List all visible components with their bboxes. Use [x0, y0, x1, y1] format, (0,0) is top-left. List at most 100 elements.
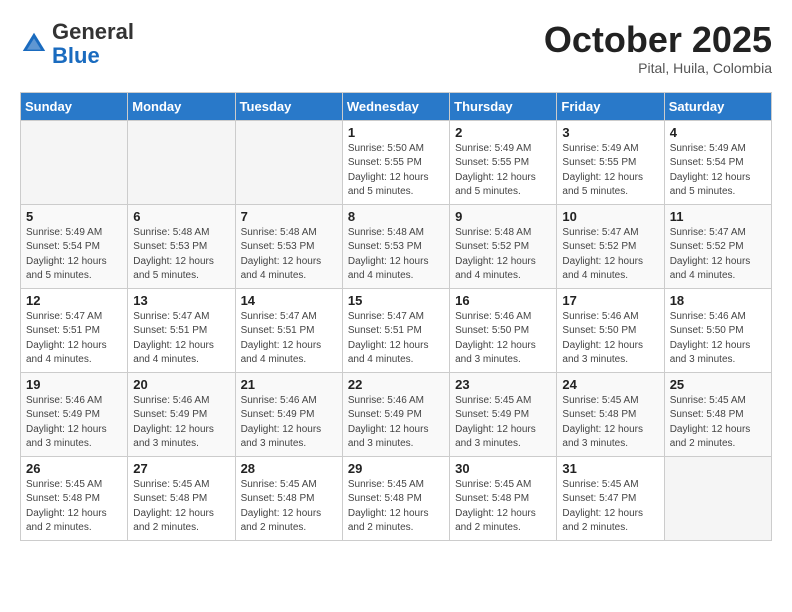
weekday-header-row: SundayMondayTuesdayWednesdayThursdayFrid…: [21, 92, 772, 120]
day-number: 3: [562, 125, 658, 140]
day-number: 21: [241, 377, 337, 392]
calendar-cell: 18Sunrise: 5:46 AM Sunset: 5:50 PM Dayli…: [664, 288, 771, 372]
day-info: Sunrise: 5:45 AM Sunset: 5:48 PM Dayligh…: [241, 478, 337, 536]
day-number: 28: [241, 461, 337, 476]
day-info: Sunrise: 5:46 AM Sunset: 5:49 PM Dayligh…: [241, 394, 337, 452]
day-info: Sunrise: 5:46 AM Sunset: 5:50 PM Dayligh…: [562, 310, 658, 368]
calendar-cell: [21, 120, 128, 204]
calendar-cell: 4 Sunrise: 5:49 AM Sunset: 5:54 PM Daylig…: [664, 120, 771, 204]
day-info: Sunrise: 5:46 AM Sunset: 5:50 PM Dayligh…: [670, 310, 766, 368]
day-info: Sunrise: 5:47 AM Sunset: 5:51 PM Dayligh…: [133, 310, 229, 368]
calendar-cell: 12 Sunrise: 5:47 AM Sunset: 5:51 PM Dayli…: [21, 288, 128, 372]
day-number: 29: [348, 461, 444, 476]
day-info: Sunrise: 5:49 AM Sunset: 5:55 PM Dayligh…: [562, 142, 658, 200]
day-number: 13: [133, 293, 229, 308]
day-info: Sunrise: 5:45 AM Sunset: 5:48 PM Dayligh…: [670, 394, 766, 452]
calendar-cell: 7 Sunrise: 5:48 AM Sunset: 5:53 PM Daylig…: [235, 204, 342, 288]
calendar-cell: 28 Sunrise: 5:45 AM Sunset: 5:48 PM Dayli…: [235, 456, 342, 540]
day-info: Sunrise: 5:48 AM Sunset: 5:53 PM Dayligh…: [241, 226, 337, 284]
day-info: Sunrise: 5:46 AM Sunset: 5:49 PM Dayligh…: [133, 394, 229, 452]
week-row-1: 1 Sunrise: 5:50 AM Sunset: 5:55 PM Daylig…: [21, 120, 772, 204]
weekday-header-wednesday: Wednesday: [342, 92, 449, 120]
calendar-cell: 2Sunrise: 5:49 AM Sunset: 5:55 PM Daylig…: [450, 120, 557, 204]
day-info: Sunrise: 5:46 AM Sunset: 5:50 PM Dayligh…: [455, 310, 551, 368]
day-info: Sunrise: 5:49 AM Sunset: 5:54 PM Dayligh…: [670, 142, 766, 200]
day-info: Sunrise: 5:45 AM Sunset: 5:48 PM Dayligh…: [26, 478, 122, 536]
day-info: Sunrise: 5:45 AM Sunset: 5:47 PM Dayligh…: [562, 478, 658, 536]
week-row-5: 26 Sunrise: 5:45 AM Sunset: 5:48 PM Dayli…: [21, 456, 772, 540]
logo-blue-text: Blue: [52, 43, 100, 68]
calendar-cell: [664, 456, 771, 540]
day-info: Sunrise: 5:45 AM Sunset: 5:48 PM Dayligh…: [455, 478, 551, 536]
day-number: 7: [241, 209, 337, 224]
day-info: Sunrise: 5:48 AM Sunset: 5:53 PM Dayligh…: [133, 226, 229, 284]
logo-icon: [20, 30, 48, 58]
calendar-cell: 9Sunrise: 5:48 AM Sunset: 5:52 PM Daylig…: [450, 204, 557, 288]
day-number: 2: [455, 125, 551, 140]
day-number: 11: [670, 209, 766, 224]
day-info: Sunrise: 5:47 AM Sunset: 5:51 PM Dayligh…: [26, 310, 122, 368]
calendar-cell: 26 Sunrise: 5:45 AM Sunset: 5:48 PM Dayli…: [21, 456, 128, 540]
calendar-cell: 5Sunrise: 5:49 AM Sunset: 5:54 PM Daylig…: [21, 204, 128, 288]
calendar-cell: 22 Sunrise: 5:46 AM Sunset: 5:49 PM Dayli…: [342, 372, 449, 456]
calendar-cell: 21 Sunrise: 5:46 AM Sunset: 5:49 PM Dayli…: [235, 372, 342, 456]
calendar-cell: 3 Sunrise: 5:49 AM Sunset: 5:55 PM Daylig…: [557, 120, 664, 204]
day-number: 10: [562, 209, 658, 224]
calendar-cell: 27 Sunrise: 5:45 AM Sunset: 5:48 PM Dayli…: [128, 456, 235, 540]
day-number: 27: [133, 461, 229, 476]
day-number: 20: [133, 377, 229, 392]
calendar-cell: [128, 120, 235, 204]
weekday-header-tuesday: Tuesday: [235, 92, 342, 120]
day-number: 14: [241, 293, 337, 308]
day-info: Sunrise: 5:50 AM Sunset: 5:55 PM Dayligh…: [348, 142, 444, 200]
day-number: 8: [348, 209, 444, 224]
calendar-cell: 14 Sunrise: 5:47 AM Sunset: 5:51 PM Dayli…: [235, 288, 342, 372]
day-number: 9: [455, 209, 551, 224]
calendar-cell: 30 Sunrise: 5:45 AM Sunset: 5:48 PM Dayli…: [450, 456, 557, 540]
week-row-3: 12 Sunrise: 5:47 AM Sunset: 5:51 PM Dayli…: [21, 288, 772, 372]
weekday-header-sunday: Sunday: [21, 92, 128, 120]
day-number: 15: [348, 293, 444, 308]
day-number: 31: [562, 461, 658, 476]
day-number: 22: [348, 377, 444, 392]
page-header: General Blue October 2025 Pital, Huila, …: [20, 20, 772, 76]
day-info: Sunrise: 5:45 AM Sunset: 5:48 PM Dayligh…: [133, 478, 229, 536]
day-number: 17: [562, 293, 658, 308]
calendar-cell: 11Sunrise: 5:47 AM Sunset: 5:52 PM Dayli…: [664, 204, 771, 288]
calendar-cell: 29 Sunrise: 5:45 AM Sunset: 5:48 PM Dayli…: [342, 456, 449, 540]
calendar-cell: 8 Sunrise: 5:48 AM Sunset: 5:53 PM Daylig…: [342, 204, 449, 288]
day-info: Sunrise: 5:45 AM Sunset: 5:48 PM Dayligh…: [348, 478, 444, 536]
logo: General Blue: [20, 20, 134, 68]
weekday-header-monday: Monday: [128, 92, 235, 120]
day-number: 1: [348, 125, 444, 140]
weekday-header-saturday: Saturday: [664, 92, 771, 120]
week-row-4: 19 Sunrise: 5:46 AM Sunset: 5:49 PM Dayli…: [21, 372, 772, 456]
day-info: Sunrise: 5:48 AM Sunset: 5:53 PM Dayligh…: [348, 226, 444, 284]
day-info: Sunrise: 5:45 AM Sunset: 5:48 PM Dayligh…: [562, 394, 658, 452]
location-subtitle: Pital, Huila, Colombia: [544, 60, 772, 76]
day-info: Sunrise: 5:45 AM Sunset: 5:49 PM Dayligh…: [455, 394, 551, 452]
calendar-cell: 23 Sunrise: 5:45 AM Sunset: 5:49 PM Dayli…: [450, 372, 557, 456]
calendar-cell: 17 Sunrise: 5:46 AM Sunset: 5:50 PM Dayli…: [557, 288, 664, 372]
day-number: 19: [26, 377, 122, 392]
day-number: 4: [670, 125, 766, 140]
day-number: 5: [26, 209, 122, 224]
day-number: 30: [455, 461, 551, 476]
weekday-header-friday: Friday: [557, 92, 664, 120]
calendar-table: SundayMondayTuesdayWednesdayThursdayFrid…: [20, 92, 772, 541]
calendar-cell: 1 Sunrise: 5:50 AM Sunset: 5:55 PM Daylig…: [342, 120, 449, 204]
day-info: Sunrise: 5:47 AM Sunset: 5:51 PM Dayligh…: [241, 310, 337, 368]
day-number: 23: [455, 377, 551, 392]
calendar-cell: 15Sunrise: 5:47 AM Sunset: 5:51 PM Dayli…: [342, 288, 449, 372]
day-number: 26: [26, 461, 122, 476]
calendar-cell: 16 Sunrise: 5:46 AM Sunset: 5:50 PM Dayli…: [450, 288, 557, 372]
calendar-cell: 24Sunrise: 5:45 AM Sunset: 5:48 PM Dayli…: [557, 372, 664, 456]
day-info: Sunrise: 5:46 AM Sunset: 5:49 PM Dayligh…: [348, 394, 444, 452]
calendar-cell: 19 Sunrise: 5:46 AM Sunset: 5:49 PM Dayli…: [21, 372, 128, 456]
calendar-cell: 25Sunrise: 5:45 AM Sunset: 5:48 PM Dayli…: [664, 372, 771, 456]
day-number: 12: [26, 293, 122, 308]
day-number: 16: [455, 293, 551, 308]
day-info: Sunrise: 5:46 AM Sunset: 5:49 PM Dayligh…: [26, 394, 122, 452]
week-row-2: 5Sunrise: 5:49 AM Sunset: 5:54 PM Daylig…: [21, 204, 772, 288]
calendar-cell: 31 Sunrise: 5:45 AM Sunset: 5:47 PM Dayli…: [557, 456, 664, 540]
